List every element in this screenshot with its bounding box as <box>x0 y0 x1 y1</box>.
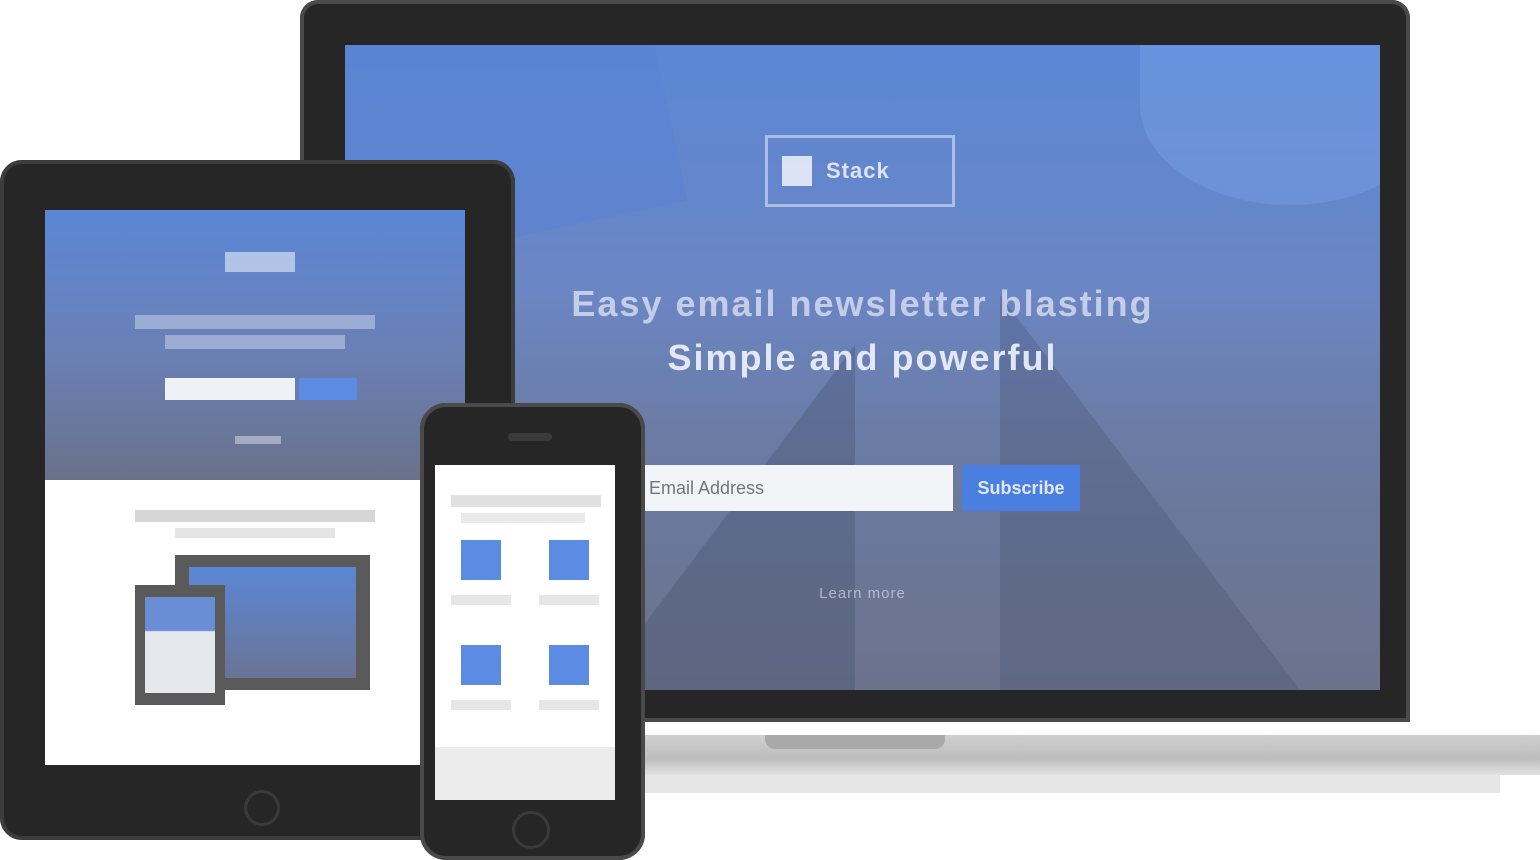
feature-icon <box>549 540 589 580</box>
logo-mark-icon <box>782 156 812 186</box>
responsive-devices-mockup: Stack Easy email newsletter blasting Sim… <box>0 0 1540 860</box>
phone-speaker <box>508 433 552 441</box>
mini-tablet-screen <box>145 597 215 693</box>
subscribe-button[interactable]: Subscribe <box>962 465 1080 511</box>
tablet-email-field[interactable] <box>165 378 295 400</box>
feature-caption-placeholder <box>539 595 599 605</box>
phone-subtitle-placeholder <box>461 513 585 523</box>
tablet-logo-placeholder <box>225 252 295 272</box>
feature-icon <box>461 540 501 580</box>
email-input[interactable] <box>635 465 953 511</box>
phone-frame <box>420 403 645 860</box>
feature-icon <box>461 645 501 685</box>
mini-tablet-image <box>135 585 225 705</box>
signup-form: Subscribe <box>635 465 1080 511</box>
hero-light-shape-right <box>1140 45 1380 205</box>
phone-screen <box>435 465 615 800</box>
tablet-home-button-icon <box>244 790 280 826</box>
phone-title-placeholder <box>451 495 601 507</box>
phone-home-button-icon <box>512 811 550 849</box>
tablet-screen <box>45 210 465 765</box>
tablet-section-subtitle-placeholder <box>175 528 335 538</box>
feature-caption-placeholder <box>451 595 511 605</box>
logo-text: Stack <box>826 158 890 183</box>
tablet-hero <box>45 210 465 480</box>
feature-caption-placeholder <box>451 700 511 710</box>
phone-footer <box>435 747 615 800</box>
tablet-headline-placeholder <box>135 315 375 329</box>
tablet-link-placeholder[interactable] <box>235 436 281 444</box>
tablet-section-title-placeholder <box>135 510 375 522</box>
tablet-subheadline-placeholder <box>165 335 345 349</box>
tablet-subscribe-button[interactable] <box>299 378 357 400</box>
site-logo[interactable]: Stack <box>765 135 955 207</box>
feature-caption-placeholder <box>539 700 599 710</box>
feature-icon <box>549 645 589 685</box>
laptop-base-shadow <box>640 775 1500 793</box>
laptop-notch <box>765 735 945 749</box>
